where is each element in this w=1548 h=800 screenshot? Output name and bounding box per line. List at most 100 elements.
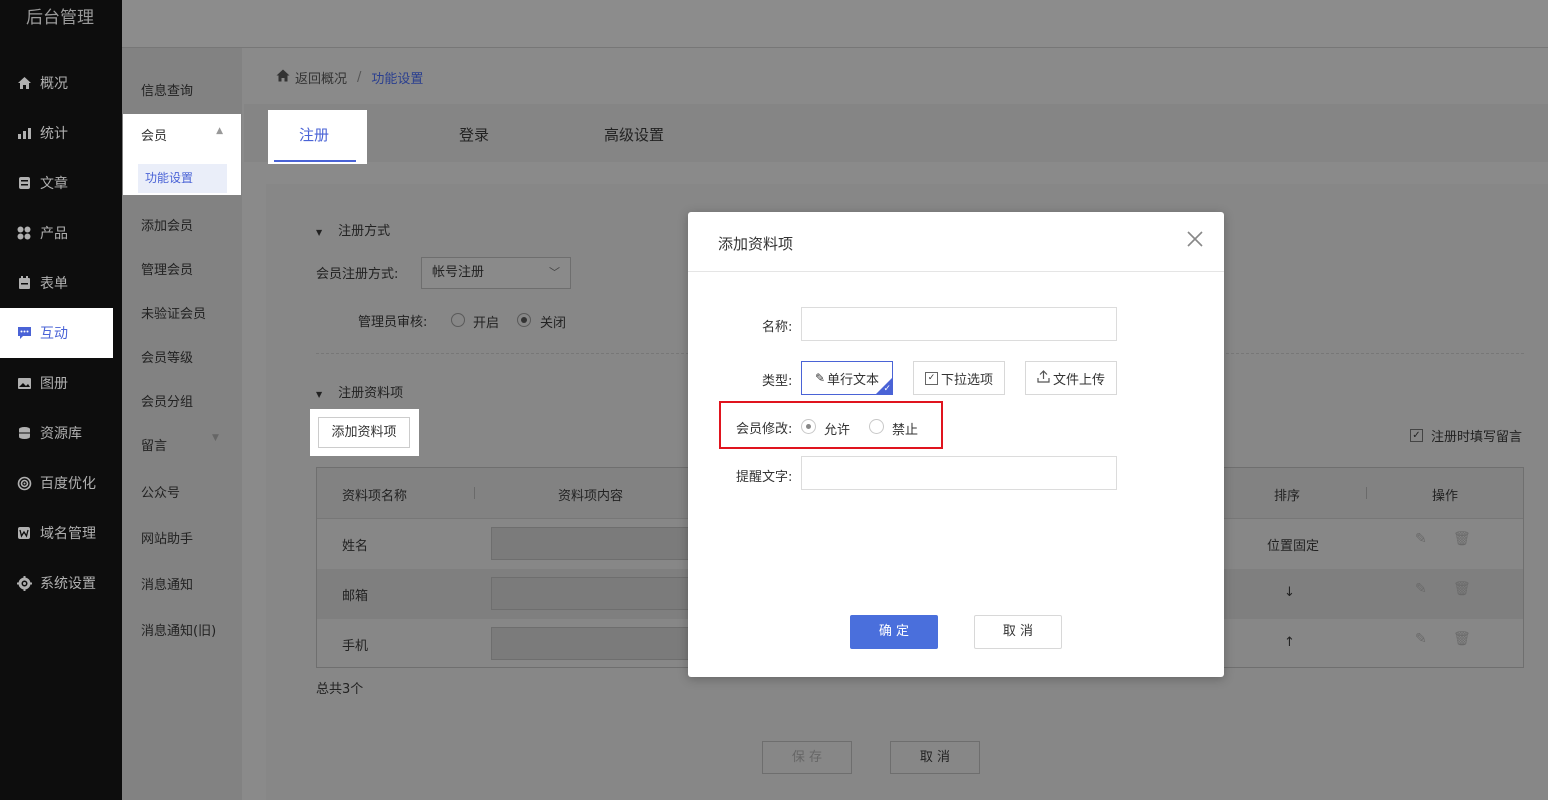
trash-icon[interactable]: 🗑: [1453, 581, 1471, 597]
top-bar: [122, 0, 1548, 48]
row-sort-down[interactable]: ↓: [1284, 585, 1295, 600]
subnav-item-wechat[interactable]: 公众号: [141, 482, 180, 501]
register-method-value: 帐号注册: [432, 265, 485, 280]
sidebar-item-resources[interactable]: 资源库: [0, 408, 122, 458]
allow-label: 允许: [824, 423, 851, 438]
review-off-label: 关闭: [540, 316, 567, 331]
sidebar-item-overview[interactable]: 概况: [0, 58, 122, 108]
subnav-item-message[interactable]: 留言: [141, 435, 167, 454]
sidebar-item-label: 概况: [40, 76, 68, 92]
subnav-item-level[interactable]: 会员等级: [141, 347, 193, 366]
edit-icon[interactable]: ✎: [1415, 581, 1427, 597]
sidebar-item-gallery[interactable]: 图册: [0, 358, 122, 408]
sidebar-item-product[interactable]: 产品: [0, 208, 122, 258]
gallery-icon: [16, 375, 32, 391]
section-register-fields[interactable]: ▼ 注册资料项: [316, 382, 403, 401]
sidebar-item-form[interactable]: 表单: [0, 258, 122, 308]
sidebar-item-label: 统计: [40, 126, 68, 142]
sidebar-item-article[interactable]: 文章: [0, 158, 122, 208]
tab-advanced[interactable]: 高级设置: [604, 124, 664, 145]
subnav-item-assistant[interactable]: 网站助手: [141, 528, 193, 547]
chart-icon: [16, 125, 32, 141]
subnav-item-info[interactable]: 信息查询: [141, 80, 193, 99]
forbid-label: 禁止: [892, 423, 919, 438]
subnav-item-notify-old[interactable]: 消息通知(旧): [141, 620, 216, 639]
row-name: 邮箱: [342, 589, 369, 604]
grid-icon: [16, 225, 32, 241]
modal-cancel-button[interactable]: 取 消: [974, 615, 1062, 649]
confirm-button[interactable]: 确 定: [850, 615, 938, 649]
type-single-text-button[interactable]: ✎ 单行文本 ✓: [801, 361, 893, 395]
sidebar-item-label: 表单: [40, 276, 68, 292]
edit-icon[interactable]: ✎: [1415, 531, 1427, 547]
breadcrumb-back-link[interactable]: 返回概况: [295, 68, 347, 87]
tab-login[interactable]: 登录: [459, 124, 489, 145]
section-title: 注册资料项: [338, 386, 404, 401]
subnav-item-group[interactable]: 会员分组: [141, 391, 193, 410]
row-content-preview: [491, 577, 691, 610]
add-field-button[interactable]: 添加资料项: [318, 417, 410, 448]
subnav-item-manage-member[interactable]: 管理会员: [141, 259, 193, 278]
column-header-ops: 操作: [1432, 489, 1459, 504]
checkbox-checked-icon: ✓: [1410, 429, 1423, 442]
forbid-radio[interactable]: [869, 419, 884, 434]
breadcrumb: 返回概况 / 功能设置: [276, 68, 423, 87]
subnav-member-group: 会员 ▲ 功能设置: [123, 114, 241, 195]
trash-icon[interactable]: 🗑: [1453, 631, 1471, 647]
close-icon[interactable]: [1184, 228, 1206, 250]
edit-icon[interactable]: ✎: [1415, 631, 1427, 647]
trash-icon[interactable]: 🗑: [1453, 531, 1471, 547]
sidebar-item-label: 互动: [40, 326, 68, 342]
type-label: 文件上传: [1052, 372, 1105, 388]
modal-header: 添加资料项: [688, 212, 1224, 272]
add-field-modal: 添加资料项 名称: 类型: ✎ 单行文本 ✓ ✓ 下拉选项 文件上传 会员修改:…: [688, 212, 1224, 677]
register-method-select[interactable]: 帐号注册 ﹀: [421, 257, 571, 289]
save-button[interactable]: 保 存: [762, 741, 852, 774]
sidebar-item-label: 文章: [40, 176, 68, 192]
row-name: 姓名: [342, 539, 369, 554]
breadcrumb-current: 功能设置: [371, 72, 424, 87]
sidebar-item-domain[interactable]: 域名管理: [0, 508, 122, 558]
chevron-down-icon: ▼: [212, 433, 219, 443]
tab-active-underline: [274, 160, 356, 162]
subnav-item-feature-settings[interactable]: 功能设置: [138, 164, 227, 193]
sidebar-item-settings[interactable]: 系统设置: [0, 558, 122, 608]
tab-register[interactable]: 注册: [268, 110, 367, 164]
register-method-label: 会员注册方式:: [316, 267, 399, 282]
review-on-label: 开启: [473, 316, 500, 331]
sidebar-item-stats[interactable]: 统计: [0, 108, 122, 158]
modal-name-input[interactable]: [801, 307, 1117, 341]
column-header-name: 资料项名称: [342, 489, 408, 504]
subnav-item-notify[interactable]: 消息通知: [141, 574, 193, 593]
register-message-checkbox[interactable]: ✓ 注册时填写留言: [1410, 426, 1522, 445]
member-modify-label: 会员修改:: [736, 422, 793, 437]
type-dropdown-button[interactable]: ✓ 下拉选项: [913, 361, 1005, 395]
edit-icon: ✎: [814, 371, 826, 385]
allow-radio[interactable]: [801, 419, 816, 434]
type-label: 单行文本: [827, 372, 880, 388]
home-icon: [16, 75, 32, 91]
row-content-preview: [491, 627, 691, 660]
subnav-item-member[interactable]: 会员: [141, 125, 167, 144]
sidebar-item-label: 系统设置: [40, 576, 96, 592]
row-name: 手机: [342, 639, 369, 654]
sidebar-item-interaction[interactable]: 互动: [0, 308, 113, 358]
sidebar-item-seo[interactable]: 百度优化: [0, 458, 122, 508]
review-on-radio[interactable]: [451, 313, 465, 327]
subnav-item-unverified[interactable]: 未验证会员: [141, 303, 206, 322]
subnav-item-add-member[interactable]: 添加会员: [141, 215, 193, 234]
review-off-radio[interactable]: [517, 313, 531, 327]
type-upload-button[interactable]: 文件上传: [1025, 361, 1117, 395]
database-icon: [16, 425, 32, 441]
type-label: 下拉选项: [940, 372, 993, 388]
cancel-button[interactable]: 取 消: [890, 741, 980, 774]
row-sort-up[interactable]: ↑: [1284, 635, 1295, 650]
check-icon: ✓: [883, 384, 891, 394]
hint-text-input[interactable]: [801, 456, 1117, 490]
admin-review-label: 管理员审核:: [358, 315, 428, 330]
target-icon: [16, 475, 32, 491]
modal-name-label: 名称:: [762, 320, 793, 335]
breadcrumb-separator: /: [357, 70, 362, 85]
main-sidebar: 后台管理 概况 统计 文章 产品 表单 互动 图册 资源库 百度优化 域名管理: [0, 0, 122, 800]
section-register-method[interactable]: ▼ 注册方式: [316, 220, 390, 239]
